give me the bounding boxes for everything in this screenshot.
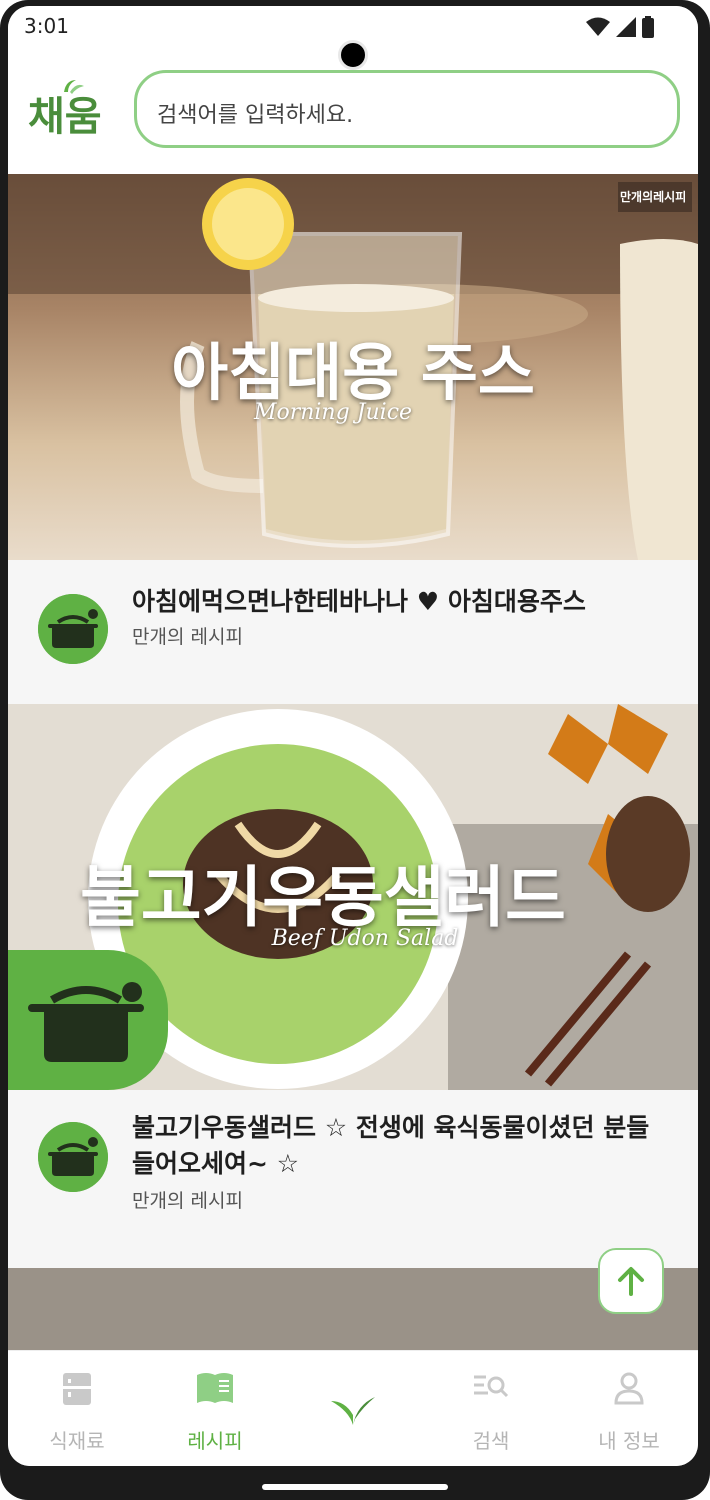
nav-item-ingredients[interactable]: 식재료 <box>8 1351 146 1466</box>
pot-icon <box>38 1122 108 1192</box>
overlay-title: 아침대용 주스 <box>171 336 535 409</box>
nav-label: 레시피 <box>187 1429 243 1453</box>
pot-badge[interactable] <box>8 950 168 1090</box>
nav-item-search[interactable]: 검색 <box>422 1351 560 1466</box>
nav-item-home[interactable] <box>284 1351 422 1466</box>
pot-icon <box>38 594 108 664</box>
status-time: 3:01 <box>24 14 69 38</box>
recipe-feed: 만개의레시피 아침대용 주스 Morning Juice 아침에먹으면나한테바나… <box>8 174 698 1358</box>
watermark-label: 만개의레시피 <box>620 190 687 204</box>
pot-icon <box>28 982 144 1062</box>
book-icon <box>197 1373 233 1403</box>
phone-frame: 3:01 채움 검색어를 입력하세요. 만개의레시피 아침대용 주스 Morni… <box>0 0 710 1500</box>
person-icon <box>614 1372 644 1405</box>
sprout-icon <box>331 1397 375 1425</box>
app-screen: 3:01 채움 검색어를 입력하세요. 만개의레시피 아침대용 주스 Morni… <box>8 6 698 1466</box>
signal-icon <box>616 17 636 37</box>
status-icons <box>586 16 654 38</box>
nav-label: 식재료 <box>49 1429 105 1453</box>
arrow-up-icon <box>618 1267 644 1296</box>
bottom-nav: 식재료 레시피 검색 내 정보 <box>8 1350 698 1466</box>
battery-icon <box>642 16 654 38</box>
logo-text: 채움 <box>28 94 102 140</box>
list-search-icon <box>474 1375 509 1398</box>
nav-label: 내 정보 <box>598 1429 660 1453</box>
overlay-subtitle: Morning Juice <box>253 400 413 425</box>
nav-label: 검색 <box>472 1429 510 1453</box>
recipe-info[interactable]: 아침에먹으면나한테바나나 ♥ 아침대용주스 만개의 레시피 <box>8 560 698 704</box>
recipe-thumbnail[interactable] <box>8 1268 698 1358</box>
home-indicator[interactable] <box>262 1484 448 1490</box>
overlay-subtitle: Beef Udon Salad <box>271 926 459 951</box>
front-camera <box>338 40 368 70</box>
search-input[interactable]: 검색어를 입력하세요. <box>134 70 680 148</box>
recipe-info[interactable]: 불고기우동샐러드 ☆ 전생에 육식동물이셨던 분들 들어오세여~ ☆ 만개의 레… <box>8 1090 698 1268</box>
app-logo[interactable]: 채움 <box>28 78 114 142</box>
fridge-icon <box>63 1373 91 1405</box>
nav-item-profile[interactable]: 내 정보 <box>560 1351 698 1466</box>
scroll-to-top-button[interactable] <box>598 1248 664 1314</box>
recipe-channel: 만개의 레시피 <box>132 626 243 648</box>
search-placeholder: 검색어를 입력하세요. <box>157 103 354 128</box>
nav-item-recipes[interactable]: 레시피 <box>146 1351 284 1466</box>
recipe-channel: 만개의 레시피 <box>132 1190 243 1212</box>
wifi-icon <box>586 17 610 36</box>
recipe-title: 불고기우동샐러드 ☆ 전생에 육식동물이셨던 분들 들어오세여~ ☆ <box>132 1113 650 1178</box>
recipe-title: 아침에먹으면나한테바나나 ♥ 아침대용주스 <box>132 587 586 616</box>
recipe-thumbnail[interactable]: 만개의레시피 아침대용 주스 Morning Juice <box>8 174 698 560</box>
